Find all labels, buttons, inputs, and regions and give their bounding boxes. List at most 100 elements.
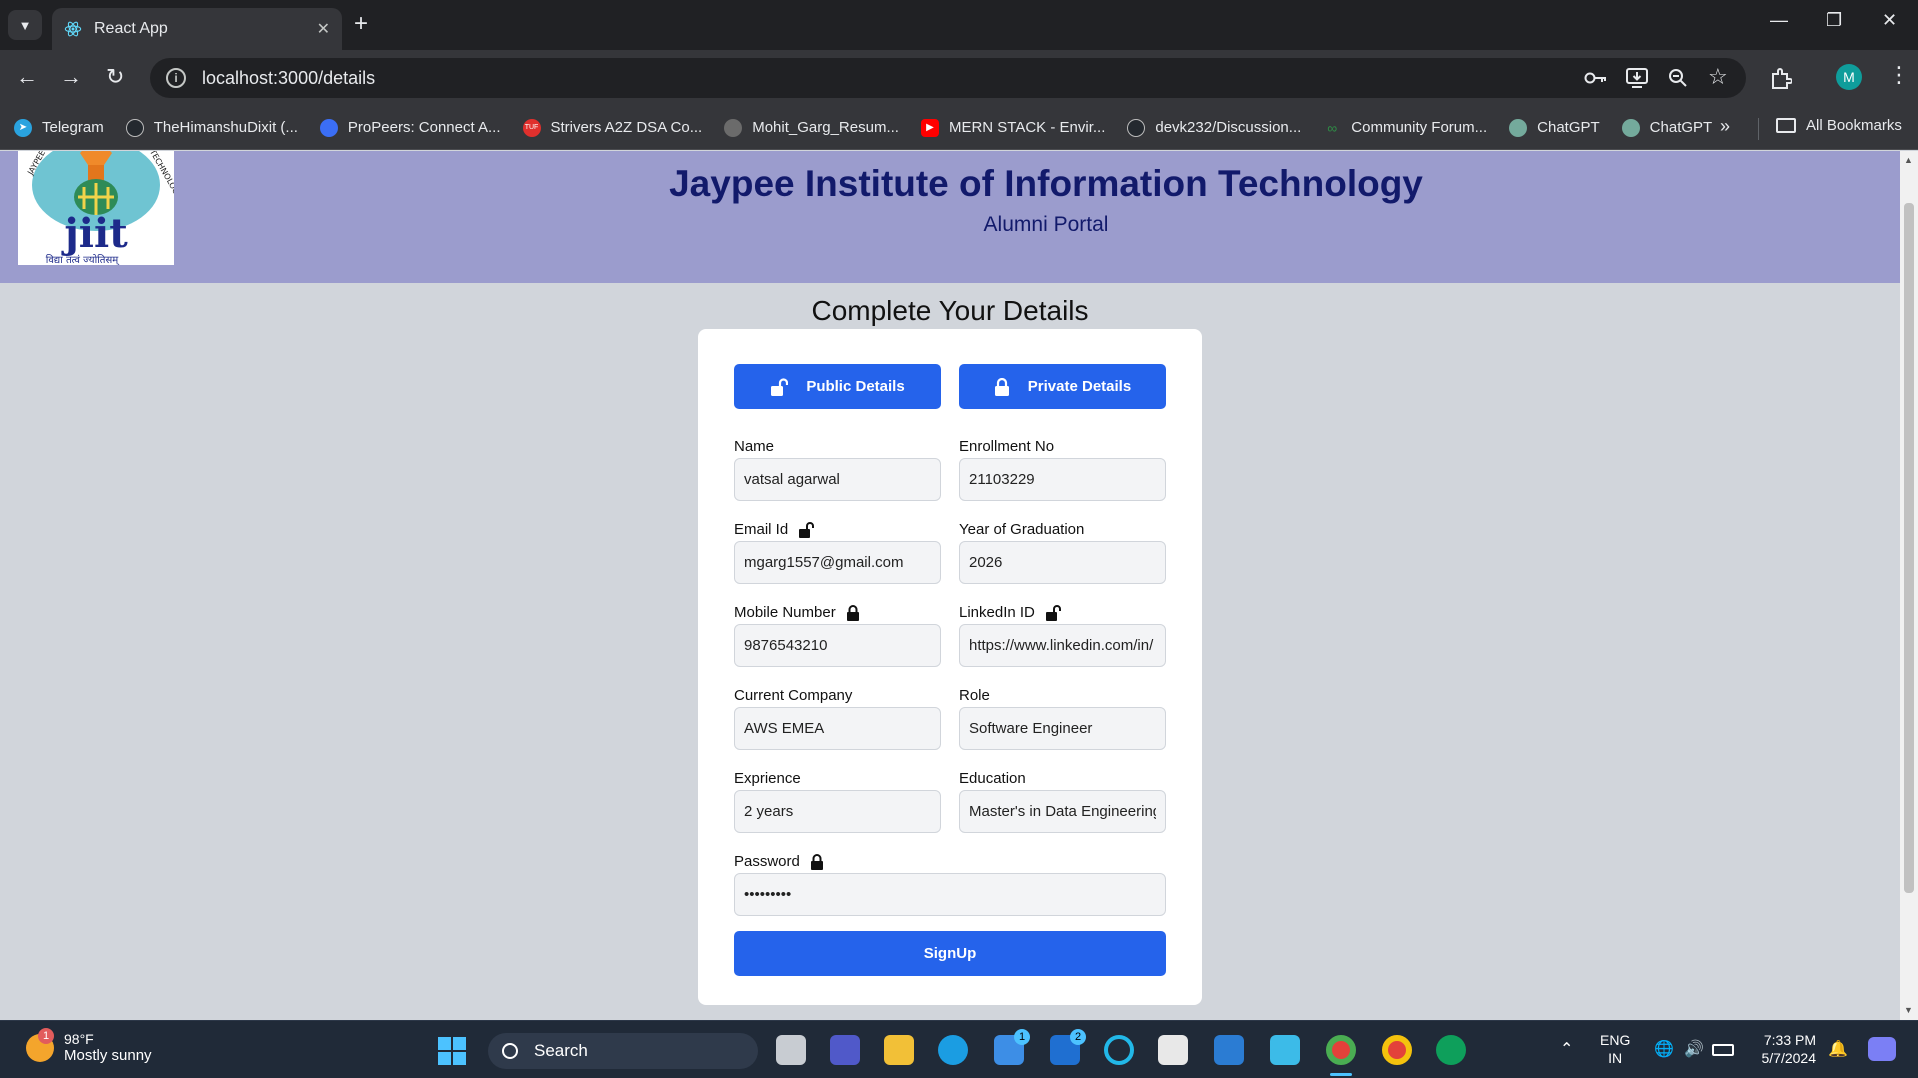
private-details-button[interactable]: Private Details — [959, 364, 1166, 409]
bookmark-github-devk[interactable]: devk232/Discussion... — [1127, 118, 1302, 137]
bookmark-github-himanshu[interactable]: TheHimanshuDixit (... — [125, 118, 298, 137]
profile-avatar[interactable]: M — [1836, 64, 1862, 90]
password-key-icon[interactable] — [1584, 70, 1608, 86]
enrollment-label: Enrollment No — [959, 438, 1054, 455]
l-app-icon[interactable]: 2 — [1050, 1029, 1086, 1065]
snipping-tool-icon[interactable] — [1158, 1035, 1188, 1065]
l-app-badge: 2 — [1070, 1029, 1086, 1045]
mobile-input[interactable] — [734, 624, 941, 667]
mongodb-compass-icon[interactable] — [1436, 1035, 1466, 1065]
search-icon — [502, 1043, 518, 1059]
bookmark-star-icon[interactable]: ☆ — [1708, 64, 1728, 90]
email-input[interactable] — [734, 541, 941, 584]
unlock-icon[interactable] — [798, 521, 816, 538]
file-explorer-icon[interactable] — [884, 1035, 914, 1065]
store-icon[interactable]: 1 — [994, 1029, 1030, 1065]
system-clock[interactable]: 7:33 PM 5/7/2024 — [1752, 1031, 1817, 1067]
teams-icon[interactable] — [830, 1035, 860, 1065]
role-label: Role — [959, 687, 990, 704]
show-hidden-icons[interactable]: ⌃ — [1560, 1039, 1573, 1059]
lock-icon[interactable] — [846, 604, 860, 621]
new-tab-icon[interactable]: + — [354, 12, 368, 36]
minimize-icon[interactable]: — — [1770, 10, 1788, 31]
bookmark-mern-stack[interactable]: ▶ MERN STACK - Envir... — [920, 118, 1106, 137]
bookmark-strivers[interactable]: TUF Strivers A2Z DSA Co... — [522, 118, 702, 137]
page-scrollbar[interactable]: ▲ ▼ — [1900, 151, 1918, 1020]
install-app-icon[interactable] — [1626, 68, 1648, 88]
scrollbar-thumb[interactable] — [1904, 203, 1914, 893]
extensions-icon[interactable] — [1770, 68, 1792, 90]
browser-toolbar: ← → ↻ i localhost:3000/details ☆ M ⋮ — [0, 50, 1918, 106]
signup-button[interactable]: SignUp — [734, 931, 1166, 976]
restore-icon[interactable]: ❐ — [1826, 10, 1842, 31]
email-label: Email Id — [734, 521, 816, 538]
notepad-icon[interactable] — [1270, 1035, 1300, 1065]
bookmark-chatgpt-1[interactable]: ChatGPT — [1509, 118, 1600, 137]
taskbar-search[interactable]: Search — [488, 1033, 758, 1069]
bookmark-telegram[interactable]: ➤ Telegram — [14, 118, 104, 137]
network-icon[interactable]: 🌐 — [1654, 1039, 1674, 1059]
bookmark-community-forum[interactable]: ∞ Community Forum... — [1323, 119, 1487, 137]
language-indicator[interactable]: ENG IN — [1600, 1031, 1630, 1067]
experience-input[interactable] — [734, 790, 941, 833]
company-input[interactable] — [734, 707, 941, 750]
lock-icon[interactable] — [810, 853, 824, 870]
close-window-icon[interactable]: ✕ — [1882, 10, 1897, 31]
graduation-label: Year of Graduation — [959, 521, 1084, 538]
zoom-icon[interactable] — [1668, 68, 1688, 88]
scroll-down-icon[interactable]: ▼ — [1904, 1005, 1913, 1015]
graduation-input[interactable] — [959, 541, 1166, 584]
enrollment-input[interactable] — [959, 458, 1166, 501]
page-viewport: JAYPEE INST TECHNOLOGY jiit विद्या तत्वं… — [0, 151, 1900, 1020]
browser-tab-bar: ▼ React App ✕ + — ❐ ✕ — [0, 0, 1918, 50]
browser-menu-icon[interactable]: ⋮ — [1888, 62, 1910, 88]
bookmark-label: MERN STACK - Envir... — [948, 119, 1106, 136]
company-label-text: Current Company — [734, 687, 853, 704]
password-input[interactable] — [734, 873, 1166, 916]
unlock-icon[interactable] — [1045, 604, 1063, 621]
bookmark-propeers[interactable]: ProPeers: Connect A... — [319, 118, 501, 137]
forward-icon[interactable]: → — [60, 64, 82, 90]
battery-icon[interactable] — [1712, 1044, 1734, 1056]
linkedin-input[interactable] — [959, 624, 1166, 667]
bookmark-resume[interactable]: Mohit_Garg_Resum... — [724, 118, 899, 137]
graduation-label-text: Year of Graduation — [959, 521, 1085, 538]
bookmark-chatgpt-2[interactable]: ChatGPT — [1621, 118, 1712, 137]
vscode-icon[interactable] — [1214, 1035, 1244, 1065]
tab-search-button[interactable]: ▼ — [8, 10, 42, 40]
clock-time: 7:33 PM — [1763, 1032, 1816, 1048]
mobile-label-text: Mobile Number — [734, 604, 836, 621]
bookmark-label: devk232/Discussion... — [1155, 119, 1302, 136]
bookmark-label: Telegram — [42, 119, 104, 136]
start-button[interactable] — [438, 1037, 466, 1065]
name-input[interactable] — [734, 458, 941, 501]
copilot-icon[interactable] — [1868, 1037, 1896, 1061]
notifications-icon[interactable]: 🔔 — [1828, 1039, 1848, 1059]
weather-widget[interactable]: 1 98°F Mostly sunny — [26, 1027, 152, 1064]
folder-icon — [1776, 118, 1796, 133]
back-icon[interactable]: ← — [16, 64, 38, 90]
edge-icon[interactable] — [938, 1035, 968, 1065]
site-info-icon[interactable]: i — [166, 68, 186, 88]
tuf-icon: TUF — [522, 118, 541, 137]
volume-icon[interactable]: 🔊 — [1684, 1039, 1704, 1059]
clock-date: 5/7/2024 — [1761, 1050, 1817, 1066]
public-details-button[interactable]: Public Details — [734, 364, 941, 409]
more-bookmarks-icon[interactable]: » — [1720, 116, 1730, 137]
github-icon — [125, 118, 144, 137]
scroll-up-icon[interactable]: ▲ — [1904, 155, 1913, 165]
tab-close-icon[interactable]: ✕ — [317, 19, 330, 39]
education-input[interactable] — [959, 790, 1166, 833]
password-label-text: Password — [734, 853, 800, 870]
form-heading: Complete Your Details — [811, 295, 1089, 326]
task-view-icon[interactable] — [776, 1035, 806, 1065]
role-input[interactable] — [959, 707, 1166, 750]
chrome-profile-icon[interactable] — [1382, 1035, 1412, 1065]
chrome-icon[interactable] — [1326, 1035, 1356, 1065]
reload-icon[interactable]: ↻ — [106, 64, 124, 90]
address-bar[interactable]: i localhost:3000/details — [150, 58, 1746, 98]
public-details-label: Public Details — [806, 378, 905, 395]
all-bookmarks-button[interactable]: All Bookmarks — [1776, 117, 1902, 134]
cortana-icon[interactable] — [1104, 1035, 1134, 1065]
browser-tab[interactable]: React App ✕ — [52, 8, 342, 50]
